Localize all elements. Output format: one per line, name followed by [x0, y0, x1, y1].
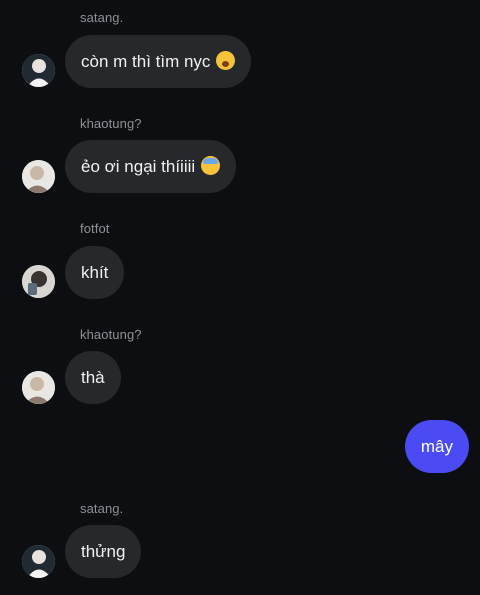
message-bubble[interactable]: còn m thì tìm nyc [65, 35, 252, 88]
chat-thread: satang. còn m thì tìm nyc khaotung? ẻo ơ… [0, 0, 480, 595]
message-text: thửng [81, 542, 126, 561]
sender-name: fotfot [80, 221, 110, 236]
face-screaming-emoji [216, 51, 236, 70]
face-sweat-emoji [201, 156, 221, 175]
outgoing-message-bubble[interactable]: mây [404, 420, 469, 473]
sender-name: satang. [80, 501, 124, 516]
avatar-fotfot[interactable] [22, 265, 55, 298]
avatar-khaotung[interactable] [22, 160, 55, 193]
message-bubble[interactable]: thửng [65, 525, 142, 578]
message-text: mây [420, 437, 453, 456]
message-bubble[interactable]: thà [65, 351, 121, 404]
message-text: khít [81, 263, 109, 282]
message-text: ẻo ơi ngại thíiiii [81, 157, 196, 176]
message-bubble[interactable]: khít [65, 246, 125, 299]
message-bubble[interactable]: ẻo ơi ngại thíiiii [65, 140, 237, 193]
avatar-khaotung[interactable] [22, 371, 55, 404]
sender-name: satang. [80, 10, 124, 25]
avatar-satang[interactable] [22, 545, 55, 578]
sender-name: khaotung? [80, 327, 142, 342]
sender-name: khaotung? [80, 116, 142, 131]
avatar-satang[interactable] [22, 54, 55, 87]
message-text: thà [81, 368, 105, 387]
message-text: còn m thì tìm nyc [81, 52, 211, 71]
